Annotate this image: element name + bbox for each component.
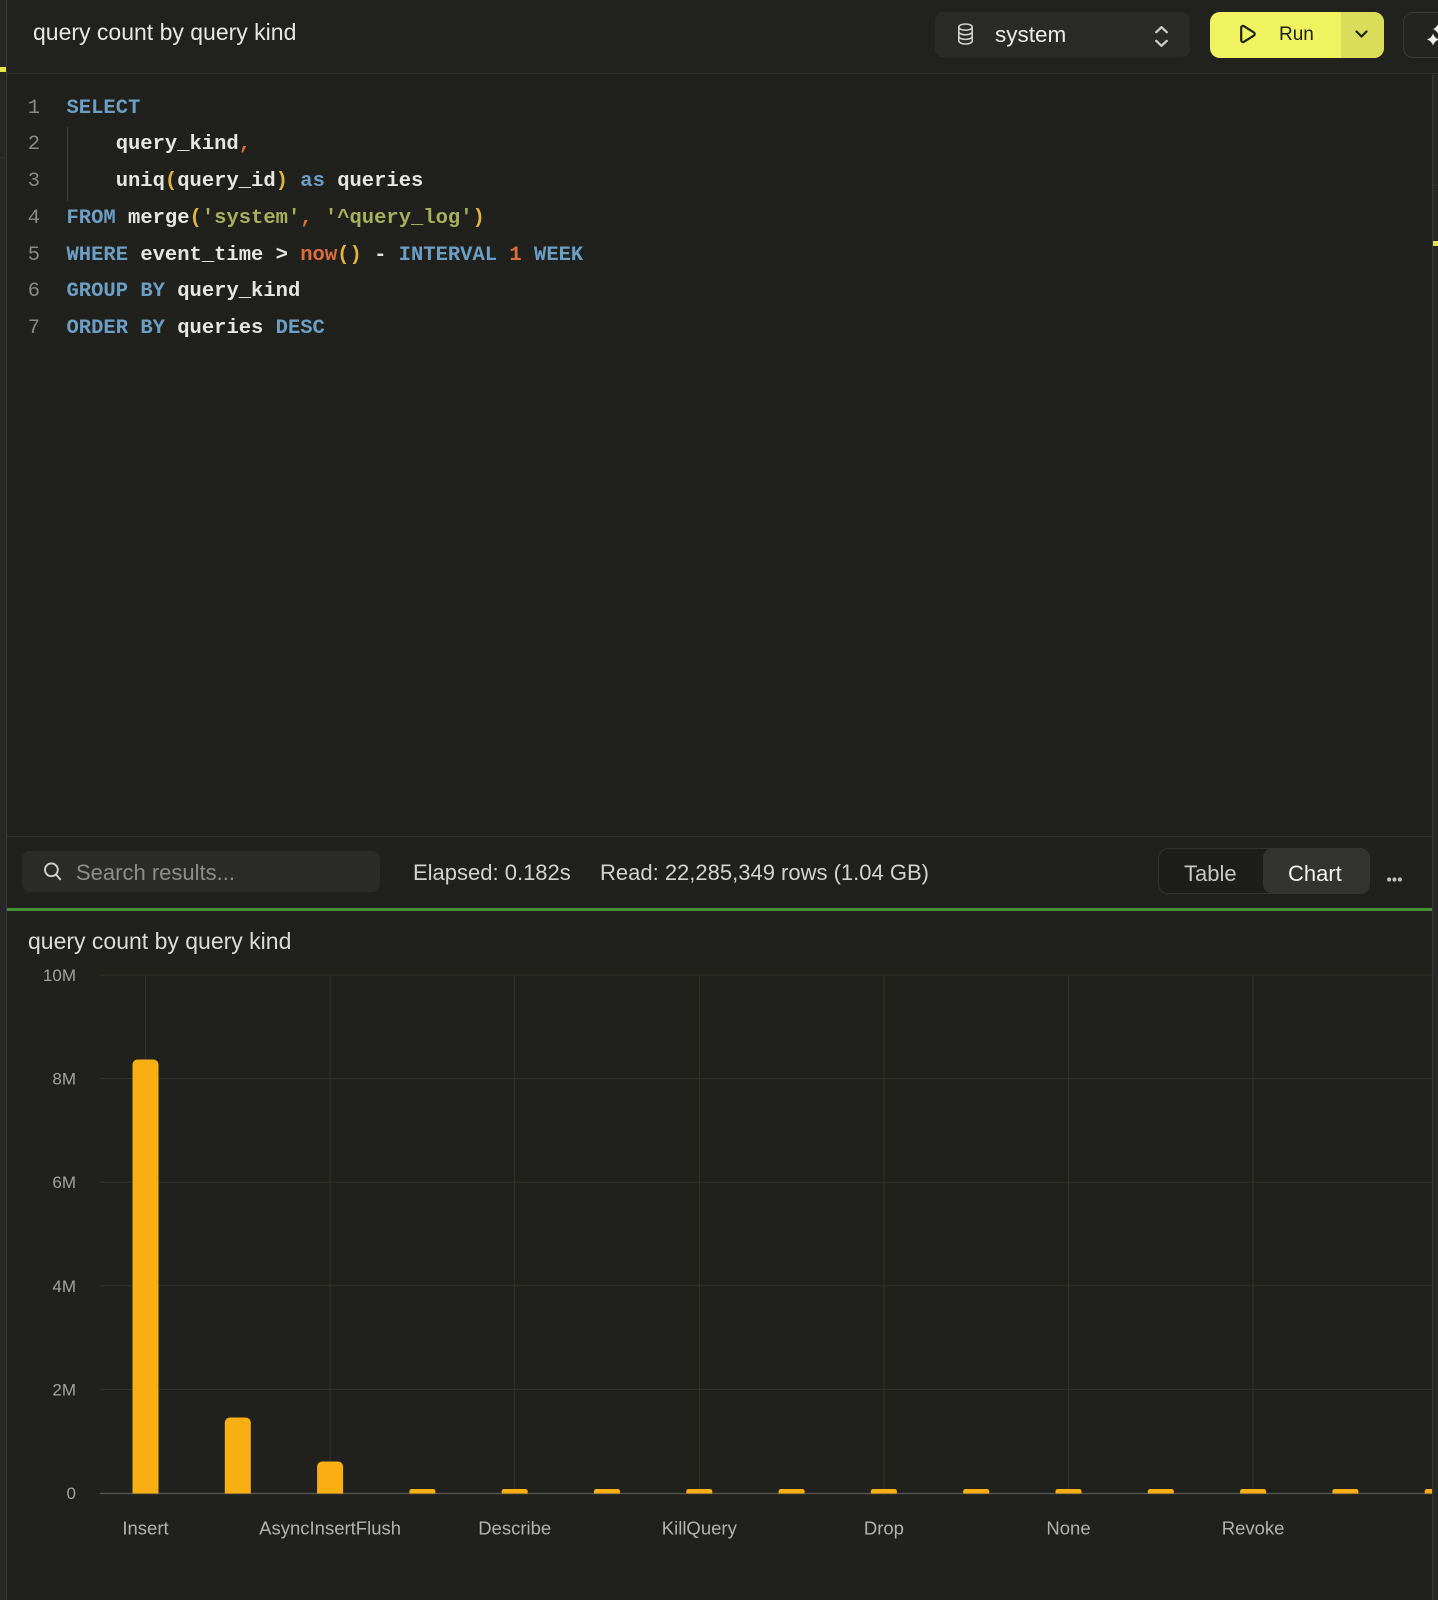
svg-text:10M: 10M <box>43 966 76 985</box>
svg-text:4M: 4M <box>52 1277 76 1296</box>
svg-text:6M: 6M <box>52 1173 76 1192</box>
svg-text:Describe: Describe <box>478 1518 551 1539</box>
svg-text:AsyncInsertFlush: AsyncInsertFlush <box>259 1518 401 1539</box>
svg-text:Revoke: Revoke <box>1222 1518 1285 1539</box>
svg-text:KillQuery: KillQuery <box>662 1518 738 1539</box>
svg-text:Insert: Insert <box>122 1518 168 1539</box>
svg-text:Drop: Drop <box>864 1518 904 1539</box>
svg-text:None: None <box>1046 1518 1090 1539</box>
svg-text:2M: 2M <box>52 1380 76 1399</box>
svg-text:0: 0 <box>67 1484 76 1503</box>
svg-text:8M: 8M <box>52 1070 76 1089</box>
